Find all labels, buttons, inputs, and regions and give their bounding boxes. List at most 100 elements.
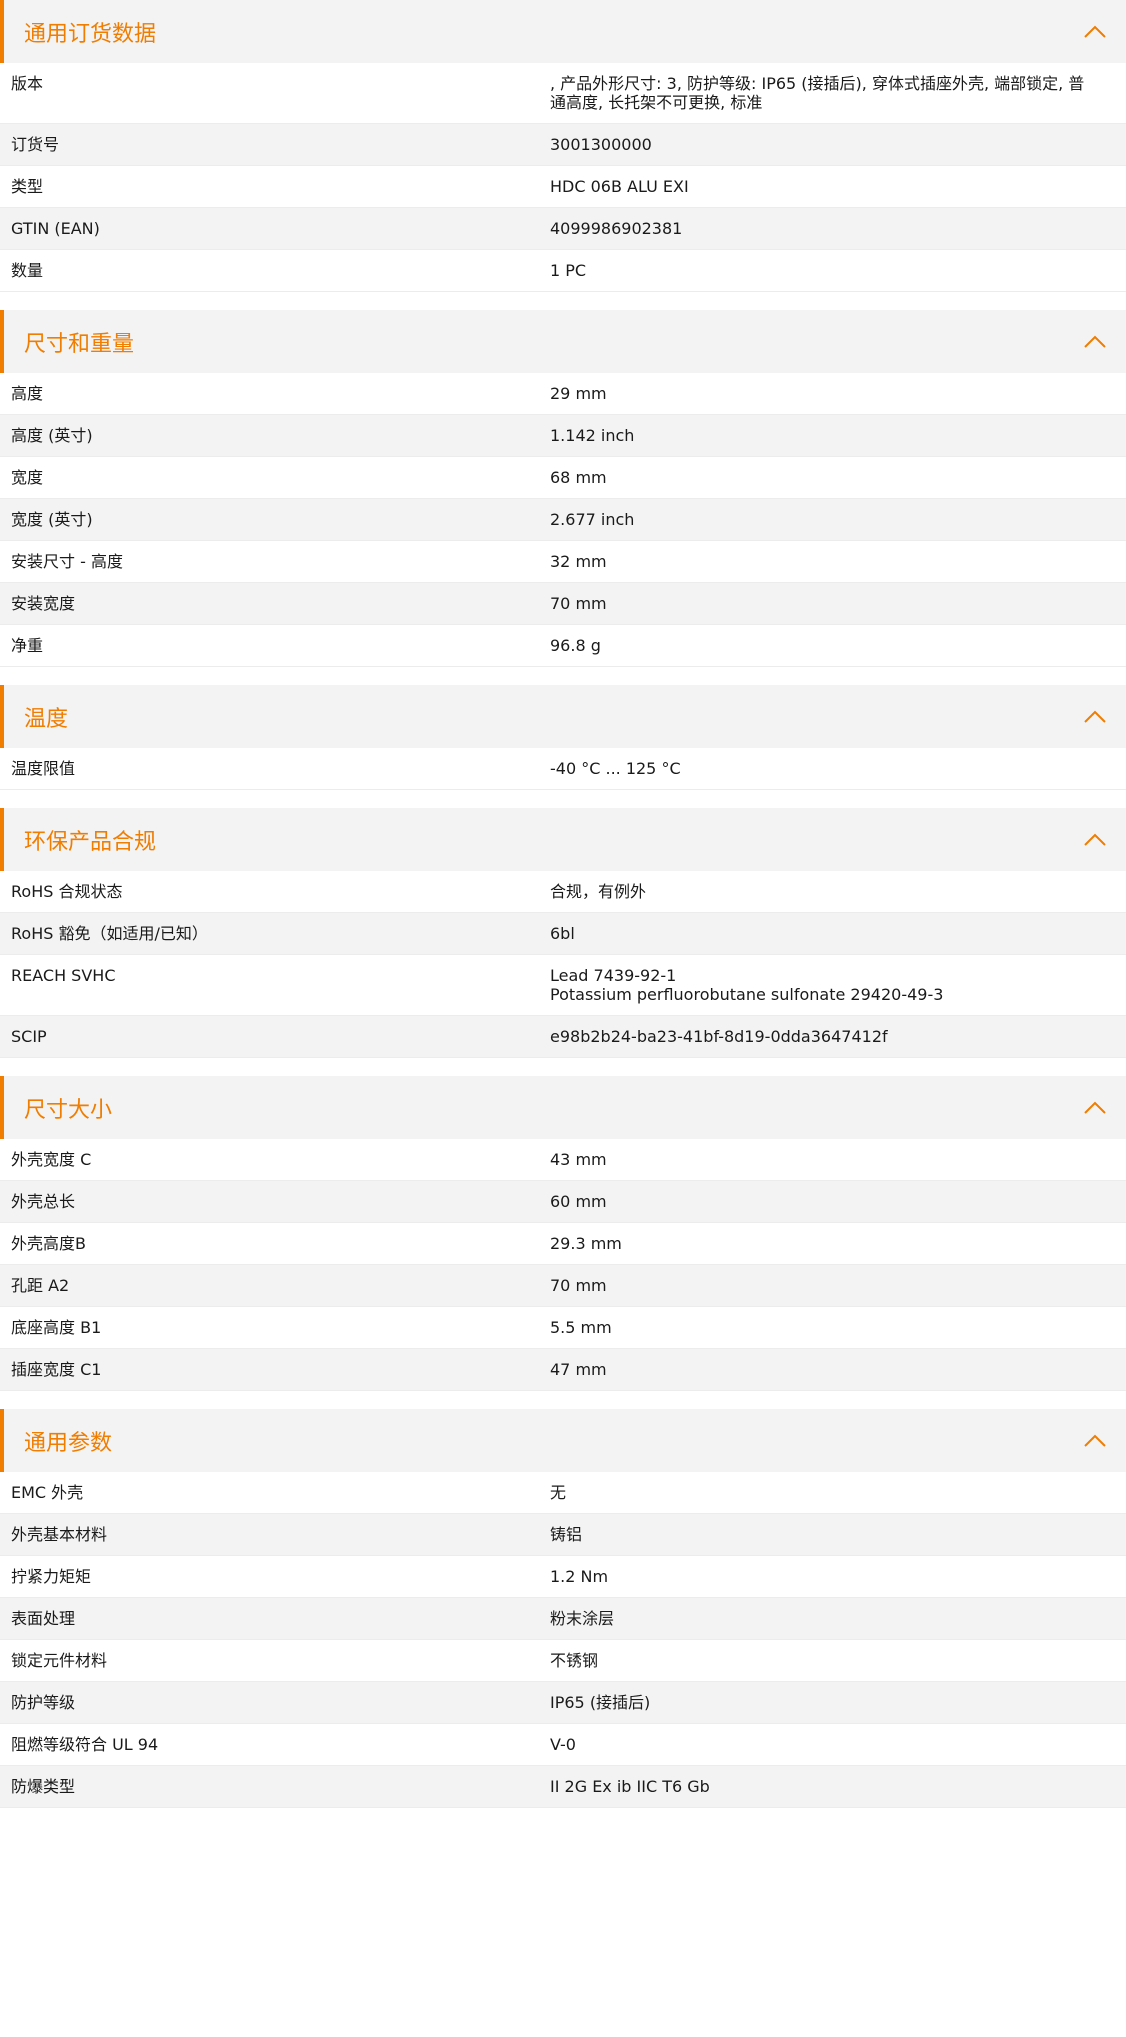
spec-label: 拧紧力矩矩 xyxy=(11,1567,92,1586)
spec-row: RoHS 豁免（如适用/已知） 6bl xyxy=(0,913,1126,955)
spec-row: 净重 96.8 g xyxy=(0,625,1126,667)
section-dimensions-weight: 尺寸和重量 高度 29 mm 高度 (英寸) 1.142 inch 宽度 68 mm 宽度 (… xyxy=(0,310,1126,667)
spec-label: 安装宽度 xyxy=(11,594,76,613)
spec-table: 外壳宽度 C 43 mm 外壳总长 60 mm 外壳高度B 29.3 mm 孔距 A2 70 … xyxy=(0,1139,1126,1391)
spec-value: 47 mm xyxy=(550,1360,607,1379)
spec-label: 外壳高度B xyxy=(11,1234,86,1253)
spec-row: REACH SVHC Lead 7439-92-1 Potassium perfl… xyxy=(0,955,1126,1016)
spec-label: 订货号 xyxy=(11,135,60,154)
section-title: 环保产品合规 xyxy=(24,829,157,855)
spec-value: -40 °C ... 125 °C xyxy=(550,759,681,778)
chevron-up-icon[interactable] xyxy=(1081,703,1109,731)
section-temperature: 温度温度限值 -40 °C ... 125 °C xyxy=(0,685,1126,790)
spec-row: 孔距 A2 70 mm xyxy=(0,1265,1126,1307)
spec-value: 68 mm xyxy=(550,468,607,487)
spec-label: 版本 xyxy=(11,74,44,93)
spec-table: 高度 29 mm 高度 (英寸) 1.142 inch 宽度 68 mm 宽度 (英寸) 2.… xyxy=(0,373,1126,667)
spec-row: 插座宽度 C1 47 mm xyxy=(0,1349,1126,1391)
spec-label: 锁定元件材料 xyxy=(11,1651,108,1670)
spec-label: 外壳总长 xyxy=(11,1192,76,1211)
spec-table: RoHS 合规状态 合规，有例外 RoHS 豁免（如适用/已知） 6bl REACH S… xyxy=(0,871,1126,1058)
spec-value: 3001300000 xyxy=(550,135,652,154)
spec-label: 外壳基本材料 xyxy=(11,1525,108,1544)
spec-label: EMC 外壳 xyxy=(11,1483,84,1502)
spec-value: IP65 (接插后) xyxy=(550,1693,651,1712)
section-environmental-compliance: 环保产品合规 RoHS 合规状态 合规，有例外 RoHS 豁免（如适用/已知） 6bl R… xyxy=(0,808,1126,1058)
spec-row: 宽度 68 mm xyxy=(0,457,1126,499)
spec-label: 净重 xyxy=(11,636,44,655)
spec-value: 4099986902381 xyxy=(550,219,683,238)
spec-row: EMC 外壳 无 xyxy=(0,1472,1126,1514)
spec-row: 防爆类型 II 2G Ex ib IIC T6 Gb xyxy=(0,1766,1126,1808)
spec-value: 29.3 mm xyxy=(550,1234,622,1253)
spec-row: 表面处理 粉末涂层 xyxy=(0,1598,1126,1640)
spec-label: 温度限值 xyxy=(11,759,76,778)
section-general-parameters: 通用参数 EMC 外壳 无外壳基本材料 铸铝 拧紧力矩矩 1.2 Nm 表面处理 粉末涂层 锁定… xyxy=(0,1409,1126,1808)
spec-row: 宽度 (英寸) 2.677 inch xyxy=(0,499,1126,541)
spec-row: 锁定元件材料 不锈钢 xyxy=(0,1640,1126,1682)
spec-value: 不锈钢 xyxy=(550,1651,599,1670)
spec-value: HDC 06B ALU EXI xyxy=(550,177,689,196)
chevron-up-icon[interactable] xyxy=(1081,328,1109,356)
spec-row: 防护等级 IP65 (接插后) xyxy=(0,1682,1126,1724)
spec-row: 安装尺寸 - 高度 32 mm xyxy=(0,541,1126,583)
spec-label: 外壳宽度 C xyxy=(11,1150,92,1169)
spec-table: 版本 , 产品外形尺寸: 3, 防护等级: IP65 (接插后), 穿体式插座外壳… xyxy=(0,63,1126,292)
spec-value: 43 mm xyxy=(550,1150,607,1169)
section-general-order-data: 通用订货数据版本 , 产品外形尺寸: 3, 防护等级: IP65 (接插后), 穿… xyxy=(0,0,1126,292)
spec-value: 96.8 g xyxy=(550,636,601,655)
spec-label: 孔距 A2 xyxy=(11,1276,70,1295)
spec-value: , 产品外形尺寸: 3, 防护等级: IP65 (接插后), 穿体式插座外壳, … xyxy=(550,74,1085,112)
spec-value: 2.677 inch xyxy=(550,510,635,529)
spec-value: 1.142 inch xyxy=(550,426,635,445)
spec-row: 高度 29 mm xyxy=(0,373,1126,415)
spec-value: V-0 xyxy=(550,1735,576,1754)
spec-label: 宽度 xyxy=(11,468,44,487)
section-header[interactable]: 温度 xyxy=(0,685,1126,748)
spec-table: 温度限值 -40 °C ... 125 °C xyxy=(0,748,1126,790)
spec-row: 外壳基本材料 铸铝 xyxy=(0,1514,1126,1556)
section-title: 通用订货数据 xyxy=(24,21,157,47)
spec-label: REACH SVHC xyxy=(11,966,116,985)
chevron-up-icon[interactable] xyxy=(1081,18,1109,46)
spec-row: 底座高度 B1 5.5 mm xyxy=(0,1307,1126,1349)
spec-row: 阻燃等级符合 UL 94 V-0 xyxy=(0,1724,1126,1766)
spec-label: 安装尺寸 - 高度 xyxy=(11,552,123,571)
spec-label: 防护等级 xyxy=(11,1693,76,1712)
spec-label: GTIN (EAN) xyxy=(11,219,100,238)
spec-row: 外壳高度B 29.3 mm xyxy=(0,1223,1126,1265)
spec-table: EMC 外壳 无外壳基本材料 铸铝 拧紧力矩矩 1.2 Nm 表面处理 粉末涂层 锁定元件材料… xyxy=(0,1472,1126,1808)
section-header[interactable]: 环保产品合规 xyxy=(0,808,1126,871)
section-header[interactable]: 尺寸和重量 xyxy=(0,310,1126,373)
spec-value: 无 xyxy=(550,1483,567,1502)
spec-row: RoHS 合规状态 合规，有例外 xyxy=(0,871,1126,913)
spec-value: 29 mm xyxy=(550,384,607,403)
spec-row: 订货号 3001300000 xyxy=(0,124,1126,166)
section-header[interactable]: 通用订货数据 xyxy=(0,0,1126,63)
chevron-up-icon[interactable] xyxy=(1081,1094,1109,1122)
spec-row: 数量 1 PC xyxy=(0,250,1126,292)
section-header[interactable]: 尺寸大小 xyxy=(0,1076,1126,1139)
spec-value: 铸铝 xyxy=(550,1525,583,1544)
spec-label: RoHS 合规状态 xyxy=(11,882,123,901)
spec-value: e98b2b24-ba23-41bf-8d19-0dda3647412f xyxy=(550,1027,888,1046)
spec-value: 70 mm xyxy=(550,1276,607,1295)
spec-label: 高度 xyxy=(11,384,44,403)
spec-label: 表面处理 xyxy=(11,1609,76,1628)
section-title: 尺寸和重量 xyxy=(24,331,135,357)
spec-label: 数量 xyxy=(11,261,44,280)
spec-row: 版本 , 产品外形尺寸: 3, 防护等级: IP65 (接插后), 穿体式插座外壳… xyxy=(0,63,1126,124)
section-title: 温度 xyxy=(24,706,69,732)
chevron-up-icon[interactable] xyxy=(1081,826,1109,854)
spec-label: 底座高度 B1 xyxy=(11,1318,102,1337)
spec-value: 6bl xyxy=(550,924,575,943)
spec-value: 32 mm xyxy=(550,552,607,571)
section-title: 通用参数 xyxy=(24,1430,113,1456)
chevron-up-icon[interactable] xyxy=(1081,1427,1109,1455)
spec-row: 类型 HDC 06B ALU EXI xyxy=(0,166,1126,208)
spec-label: RoHS 豁免（如适用/已知） xyxy=(11,924,208,943)
spec-value: 60 mm xyxy=(550,1192,607,1211)
spec-value: 粉末涂层 xyxy=(550,1609,615,1628)
spec-label: 阻燃等级符合 UL 94 xyxy=(11,1735,159,1754)
section-header[interactable]: 通用参数 xyxy=(0,1409,1126,1472)
